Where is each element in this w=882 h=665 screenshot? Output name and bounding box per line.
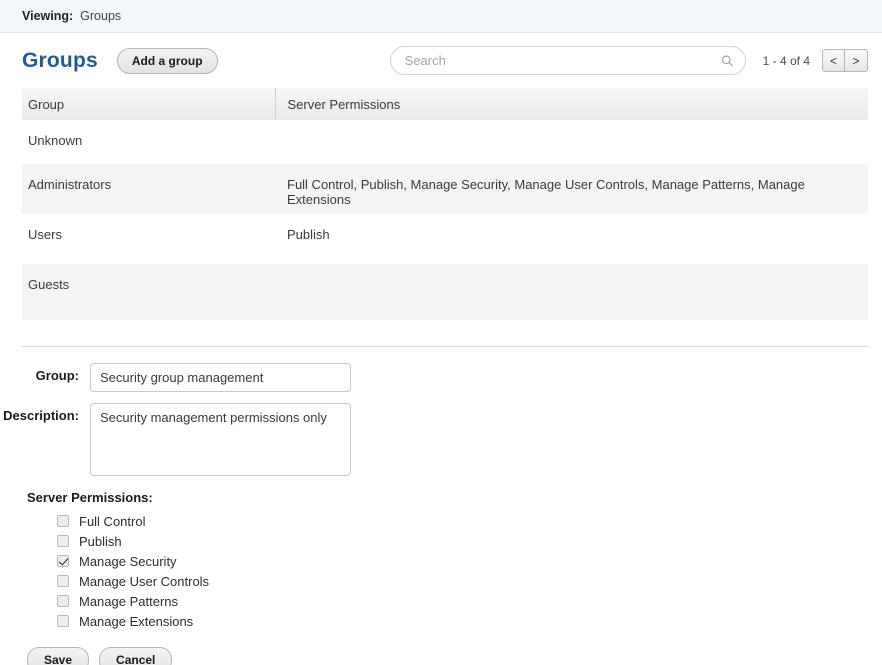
cell-permissions — [275, 120, 868, 164]
group-name-row: Group: — [0, 363, 882, 392]
checkbox-manage-extensions[interactable] — [57, 615, 69, 627]
form-action-buttons: Save Cancel — [27, 647, 882, 665]
search-input[interactable] — [389, 46, 746, 75]
table-body: Unknown Administrators Full Control, Pub… — [22, 120, 868, 320]
cell-group-name: Unknown — [28, 133, 83, 148]
permission-label: Manage Extensions — [79, 613, 194, 629]
page-title: Groups — [22, 48, 98, 72]
previous-page-button[interactable]: < — [822, 49, 845, 72]
cell-permissions — [275, 264, 868, 320]
cell-group-name: Users — [28, 227, 62, 242]
header-controls: 1 - 4 of 4 < > — [389, 46, 868, 75]
checkbox-manage-patterns[interactable] — [57, 595, 69, 607]
description-label: Description: — [3, 408, 79, 423]
table-row[interactable]: Unknown — [22, 120, 868, 164]
permission-label: Full Control — [79, 513, 146, 529]
permission-label: Manage Patterns — [79, 593, 179, 609]
permission-option-manage-patterns[interactable]: Manage Patterns — [57, 591, 882, 611]
groups-table: Group Server Permissions Unknown Adminis… — [22, 88, 868, 320]
permission-option-manage-extensions[interactable]: Manage Extensions — [57, 611, 882, 631]
viewing-label: Viewing: — [22, 9, 74, 23]
group-edit-form: Group: Description: Server Permissions: … — [0, 347, 882, 665]
table-row[interactable]: Administrators Full Control, Publish, Ma… — [22, 164, 868, 214]
description-textarea[interactable] — [90, 403, 351, 476]
table-row[interactable]: Users Publish — [22, 214, 868, 264]
save-button[interactable]: Save — [27, 647, 90, 665]
checkbox-publish[interactable] — [57, 535, 69, 547]
permission-label: Publish — [79, 533, 122, 549]
checkbox-manage-user-controls[interactable] — [57, 575, 69, 587]
column-header-group[interactable]: Group — [22, 88, 275, 120]
description-row: Description: — [0, 403, 882, 476]
table-row[interactable]: Guests — [22, 264, 868, 320]
column-header-server-permissions[interactable]: Server Permissions — [274, 88, 868, 120]
add-group-button[interactable]: Add a group — [116, 47, 218, 74]
permission-option-manage-user-controls[interactable]: Manage User Controls — [57, 571, 882, 591]
next-page-button[interactable]: > — [845, 49, 868, 72]
permission-option-manage-security[interactable]: Manage Security — [57, 551, 882, 571]
cell-group-name: Guests — [28, 277, 70, 292]
viewing-bar: Viewing: Groups — [0, 0, 882, 33]
server-permissions-title: Server Permissions: — [27, 490, 153, 505]
cell-group-name: Administrators — [28, 177, 112, 192]
page-header: Groups Add a group 1 - 4 of 4 < > — [0, 33, 882, 88]
checkbox-manage-security[interactable] — [57, 555, 69, 567]
search-container — [389, 46, 746, 75]
server-permissions-list: Full Control Publish Manage Security Man… — [57, 511, 882, 631]
viewing-value: Groups — [80, 9, 122, 23]
cell-permissions: Publish — [287, 227, 330, 242]
table-header: Group Server Permissions — [22, 88, 868, 120]
table-header-row: Group Server Permissions — [22, 88, 868, 120]
group-name-input[interactable] — [90, 363, 351, 392]
server-permissions-section: Server Permissions: Full Control Publish… — [27, 490, 882, 631]
group-name-label: Group: — [35, 368, 79, 383]
cancel-button[interactable]: Cancel — [99, 647, 173, 665]
permission-option-full-control[interactable]: Full Control — [57, 511, 882, 531]
permission-option-publish[interactable]: Publish — [57, 531, 882, 551]
permission-label: Manage Security — [79, 553, 177, 569]
cell-permissions: Full Control, Publish, Manage Security, … — [287, 177, 805, 207]
checkbox-full-control[interactable] — [57, 515, 69, 527]
pagination-count: 1 - 4 of 4 — [762, 53, 810, 68]
permission-label: Manage User Controls — [79, 573, 210, 589]
pagination-controls: < > — [822, 49, 868, 72]
